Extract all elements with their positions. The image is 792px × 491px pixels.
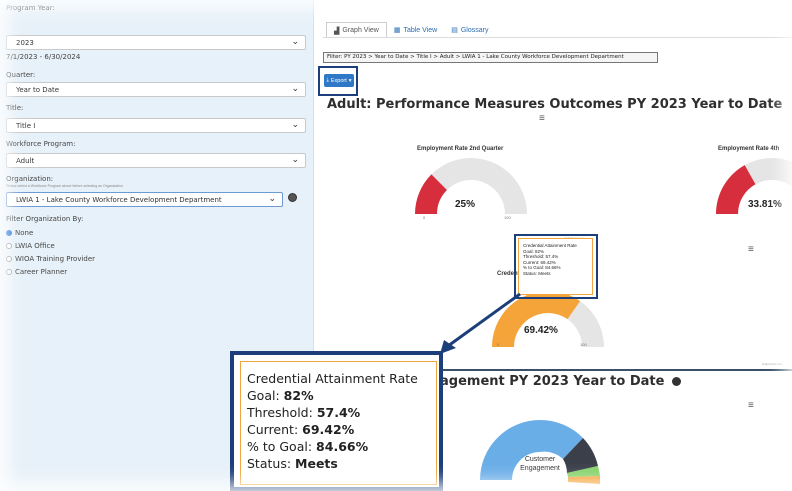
tooltip-threshold-row: Threshold: 57.4% xyxy=(247,404,430,421)
quarter-select[interactable]: Year to Date ⌄ xyxy=(6,82,306,97)
radio-label: LWIA Office xyxy=(15,242,55,250)
gauge-value: 25% xyxy=(455,199,476,210)
radio-selected-icon xyxy=(6,230,12,236)
organization-select[interactable]: LWIA 1 - Lake County Workforce Developme… xyxy=(6,192,283,207)
program-year-label: Program Year: xyxy=(6,4,55,12)
tooltip-small: Credential Attainment Rate Goal: 82% Thr… xyxy=(518,238,593,295)
radio-wioa-training-provider[interactable]: WIOA Training Provider xyxy=(6,255,95,263)
tooltip-to-goal-row: % to Goal: 84.66% xyxy=(247,438,430,455)
radio-icon xyxy=(6,256,12,262)
menu-icon[interactable]: ≡ xyxy=(539,113,545,124)
tooltip-label: Status: xyxy=(247,456,292,471)
filter-org-by-label: Filter Organization By: xyxy=(6,215,84,223)
menu-icon[interactable]: ≡ xyxy=(748,400,754,411)
tab-glossary[interactable]: ▤ Glossary xyxy=(444,22,495,38)
gauge-employment-2q xyxy=(415,158,527,214)
chevron-down-icon: ⌄ xyxy=(291,120,299,130)
tab-label: Graph View xyxy=(342,27,379,34)
chart-icon: ▟ xyxy=(334,27,340,35)
tooltip-value: 82% xyxy=(283,388,314,403)
export-button[interactable]: ⤓ Export ▾ xyxy=(324,74,354,87)
donut-segment xyxy=(568,476,601,484)
export-label: Export xyxy=(330,77,347,84)
title-value: Title I xyxy=(16,122,36,130)
tooltip-label: Current: xyxy=(247,422,299,437)
page-title: Adult: Performance Measures Outcomes PY … xyxy=(327,97,783,112)
radio-icon xyxy=(6,243,12,249)
gauge-max: 100 xyxy=(580,342,587,347)
gauge-min: 0 xyxy=(423,215,426,220)
tooltip-current-row: Current: 69.42% xyxy=(247,421,430,438)
tooltip-goal-row: Goal: 82% xyxy=(247,387,430,404)
chevron-down-icon: ⌄ xyxy=(268,194,276,204)
radio-label: Career Planner xyxy=(15,268,68,276)
tooltip-value: Meets xyxy=(295,456,338,471)
book-icon: ▤ xyxy=(451,27,458,34)
download-icon: ⤓ xyxy=(326,77,329,83)
donut-customer-engagement xyxy=(480,419,601,484)
program-year-select[interactable]: 2023 ⌄ xyxy=(6,35,306,50)
tab-divider xyxy=(323,37,792,38)
title-label: Title: xyxy=(6,104,24,112)
quarter-label: Quarter: xyxy=(6,71,36,79)
filter-breadcrumb: Filter: PY 2023 > Year to Date > Title I… xyxy=(323,52,658,63)
tooltip-status: Status: Meets xyxy=(523,270,551,276)
menu-icon[interactable]: ≡ xyxy=(748,244,754,255)
organization-label: Organization: xyxy=(6,175,54,183)
radio-label: None xyxy=(15,229,34,237)
tab-label: Table View xyxy=(403,26,438,34)
tab-label: Glossary xyxy=(460,26,489,34)
tooltip-value: 84.66% xyxy=(316,439,369,454)
tooltip-value: 69.42% xyxy=(302,422,355,437)
globe-icon[interactable] xyxy=(288,193,297,202)
workforce-program-label: Workforce Program: xyxy=(6,140,76,148)
gauge-max: 100 xyxy=(504,215,511,220)
tooltip-label: Threshold: xyxy=(247,405,313,420)
tooltip-label: Goal: xyxy=(247,388,280,403)
chevron-down-icon: ⌄ xyxy=(291,155,299,165)
view-tabs: ▟ Graph View ▦ Table View ▤ Glossary xyxy=(326,22,495,38)
tab-graph-view[interactable]: ▟ Graph View xyxy=(326,22,387,38)
radio-label: WIOA Training Provider xyxy=(15,255,96,263)
radio-lwia-office[interactable]: LWIA Office xyxy=(6,242,55,250)
tooltip-title: Credential Attainment Rate xyxy=(247,371,418,386)
tooltip-value: 57.4% xyxy=(316,405,361,420)
workforce-program-value: Adult xyxy=(16,157,35,165)
organization-value: LWIA 1 - Lake County Workforce Developme… xyxy=(16,196,222,204)
gauge-value: 33.81% xyxy=(748,199,782,210)
chart-credit: Highcharts.com xyxy=(762,362,783,366)
section-title: agement PY 2023 Year to Date xyxy=(440,374,681,389)
tab-table-view[interactable]: ▦ Table View xyxy=(387,22,444,38)
callout-arrow xyxy=(440,292,521,354)
radio-icon xyxy=(6,269,12,275)
zoomed-tooltip-callout: Credential Attainment Rate Goal: 82% Thr… xyxy=(230,351,443,491)
workforce-program-select[interactable]: Adult ⌄ xyxy=(6,153,306,168)
program-year-range: 7/1/2023 - 6/30/2024 xyxy=(6,53,81,61)
title-select[interactable]: Title I ⌄ xyxy=(6,118,306,133)
chevron-down-icon: ⌄ xyxy=(291,37,299,47)
radio-career-planner[interactable]: Career Planner xyxy=(6,268,67,276)
export-highlight: ⤓ Export ▾ xyxy=(318,66,358,96)
chevron-down-icon: ⌄ xyxy=(291,84,299,94)
quarter-value: Year to Date xyxy=(16,86,60,94)
caret-down-icon: ▾ xyxy=(348,77,352,84)
info-icon[interactable] xyxy=(671,377,681,386)
program-year-value: 2023 xyxy=(16,39,34,47)
tooltip-label: % to Goal: xyxy=(247,439,313,454)
radio-none[interactable]: None xyxy=(6,229,33,237)
table-icon: ▦ xyxy=(393,27,401,34)
donut-label: Customer Engagement xyxy=(520,456,560,472)
tooltip-status-row: Status: Meets xyxy=(247,455,430,472)
organization-hint: Please select a Workforce Program above … xyxy=(6,184,123,188)
zoomed-tooltip: Credential Attainment Rate Goal: 82% Thr… xyxy=(240,361,437,485)
gauge-employment-4q xyxy=(716,158,792,214)
section-title-text: agement PY 2023 Year to Date xyxy=(440,374,665,389)
